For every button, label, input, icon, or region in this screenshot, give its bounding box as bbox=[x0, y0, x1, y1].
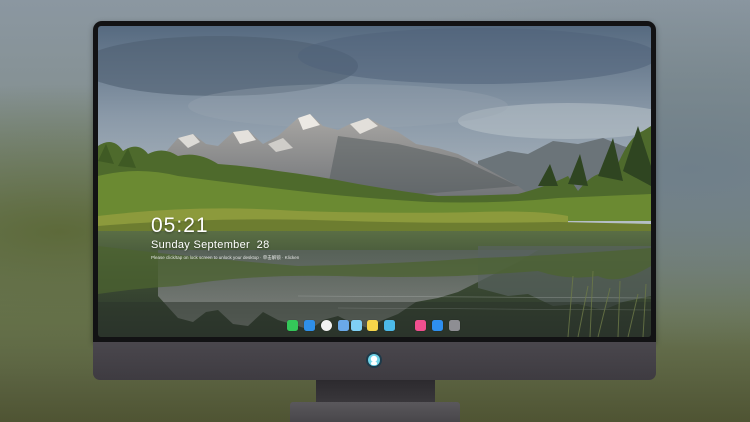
monitor-chin bbox=[93, 342, 656, 380]
music-icon[interactable] bbox=[415, 320, 426, 331]
notes-icon[interactable] bbox=[367, 320, 378, 331]
messages-icon[interactable] bbox=[287, 320, 298, 331]
lock-date: Sunday September 28 bbox=[151, 239, 270, 251]
dock bbox=[287, 319, 462, 333]
appstore-icon[interactable] bbox=[432, 320, 443, 331]
brand-logo-icon bbox=[366, 352, 382, 368]
monitor-stand-neck bbox=[316, 380, 435, 404]
lock-screen[interactable]: 05:21 Sunday September 28 Please click/t… bbox=[98, 26, 651, 337]
wallpaper-landscape bbox=[98, 26, 651, 337]
maps-icon[interactable] bbox=[384, 320, 395, 331]
camera-icon[interactable] bbox=[449, 320, 460, 331]
monitor: 05:21 Sunday September 28 Please click/t… bbox=[93, 21, 656, 380]
clock-icon[interactable] bbox=[321, 320, 332, 331]
weather-icon[interactable] bbox=[304, 320, 315, 331]
photos-icon[interactable] bbox=[351, 320, 362, 331]
unlock-hint: Please click/tap on lock screen to unloc… bbox=[151, 255, 300, 260]
finder-icon[interactable] bbox=[338, 320, 349, 331]
monitor-stand-base bbox=[290, 402, 460, 422]
monitor-bezel: 05:21 Sunday September 28 Please click/t… bbox=[93, 21, 656, 342]
lock-clock: 05:21 bbox=[151, 214, 209, 237]
